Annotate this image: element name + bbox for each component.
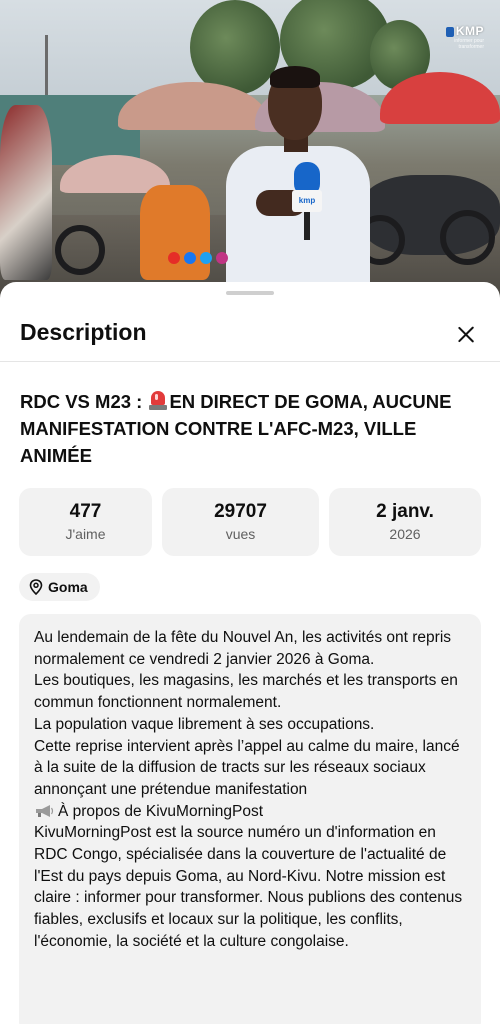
publish-year: 2026 xyxy=(389,526,421,542)
video-player[interactable]: kmp KMP informer pour transformer xyxy=(0,0,500,300)
about-heading: À propos de KivuMorningPost xyxy=(58,802,264,820)
watermark-tagline: informer pour transformer xyxy=(454,38,484,50)
publish-date: 2 janv. xyxy=(376,501,434,522)
views-stat: 29707 vues xyxy=(162,488,319,556)
video-person xyxy=(140,185,210,280)
description-paragraph: Au lendemain de la fête du Nouvel An, le… xyxy=(34,629,460,798)
description-sheet: Description RDC VS M23 : EN DIRECT DE GO… xyxy=(0,282,500,1024)
megaphone-icon xyxy=(34,803,54,817)
description-text: Au lendemain de la fête du Nouvel An, le… xyxy=(34,627,468,953)
video-title: RDC VS M23 : EN DIRECT DE GOMA, AUCUNE M… xyxy=(20,388,484,469)
about-paragraph: KivuMorningPost est la source numéro un … xyxy=(34,824,463,950)
likes-count: 477 xyxy=(69,501,102,522)
video-wheel xyxy=(55,225,105,275)
drag-handle[interactable] xyxy=(226,291,274,295)
stats-row: 477 J'aime 29707 vues 2 janv. 2026 xyxy=(19,488,481,556)
reporter-hair xyxy=(270,66,320,88)
facebook-icon xyxy=(184,252,196,264)
video-title-part1: RDC VS M23 : xyxy=(20,391,148,412)
description-box: Au lendemain de la fête du Nouvel An, le… xyxy=(19,614,481,1024)
video-person xyxy=(0,105,52,280)
watermark-logo-text: KMP xyxy=(455,24,484,38)
views-count: 29707 xyxy=(214,501,267,522)
watermark-logo: KMP xyxy=(428,24,484,38)
twitter-icon xyxy=(200,252,212,264)
location-label: Goma xyxy=(48,579,88,595)
youtube-icon xyxy=(168,252,180,264)
social-icons xyxy=(168,252,228,264)
police-light-icon xyxy=(149,391,168,411)
video-reporter: kmp xyxy=(218,66,378,300)
watermark-icon xyxy=(445,26,454,37)
instagram-icon xyxy=(216,252,228,264)
sheet-title: Description xyxy=(20,319,147,345)
likes-stat: 477 J'aime xyxy=(19,488,152,556)
date-stat: 2 janv. 2026 xyxy=(329,488,481,556)
microphone-flag: kmp xyxy=(292,190,322,212)
sheet-header: Description xyxy=(0,302,500,362)
channel-watermark: KMP informer pour transformer xyxy=(428,24,484,54)
video-wheel xyxy=(440,210,495,265)
likes-label: J'aime xyxy=(65,526,106,542)
close-icon[interactable] xyxy=(450,318,482,350)
location-chip[interactable]: Goma xyxy=(19,573,100,601)
microphone-stick xyxy=(304,210,310,240)
location-pin-icon xyxy=(29,579,43,596)
views-label: vues xyxy=(225,526,256,542)
